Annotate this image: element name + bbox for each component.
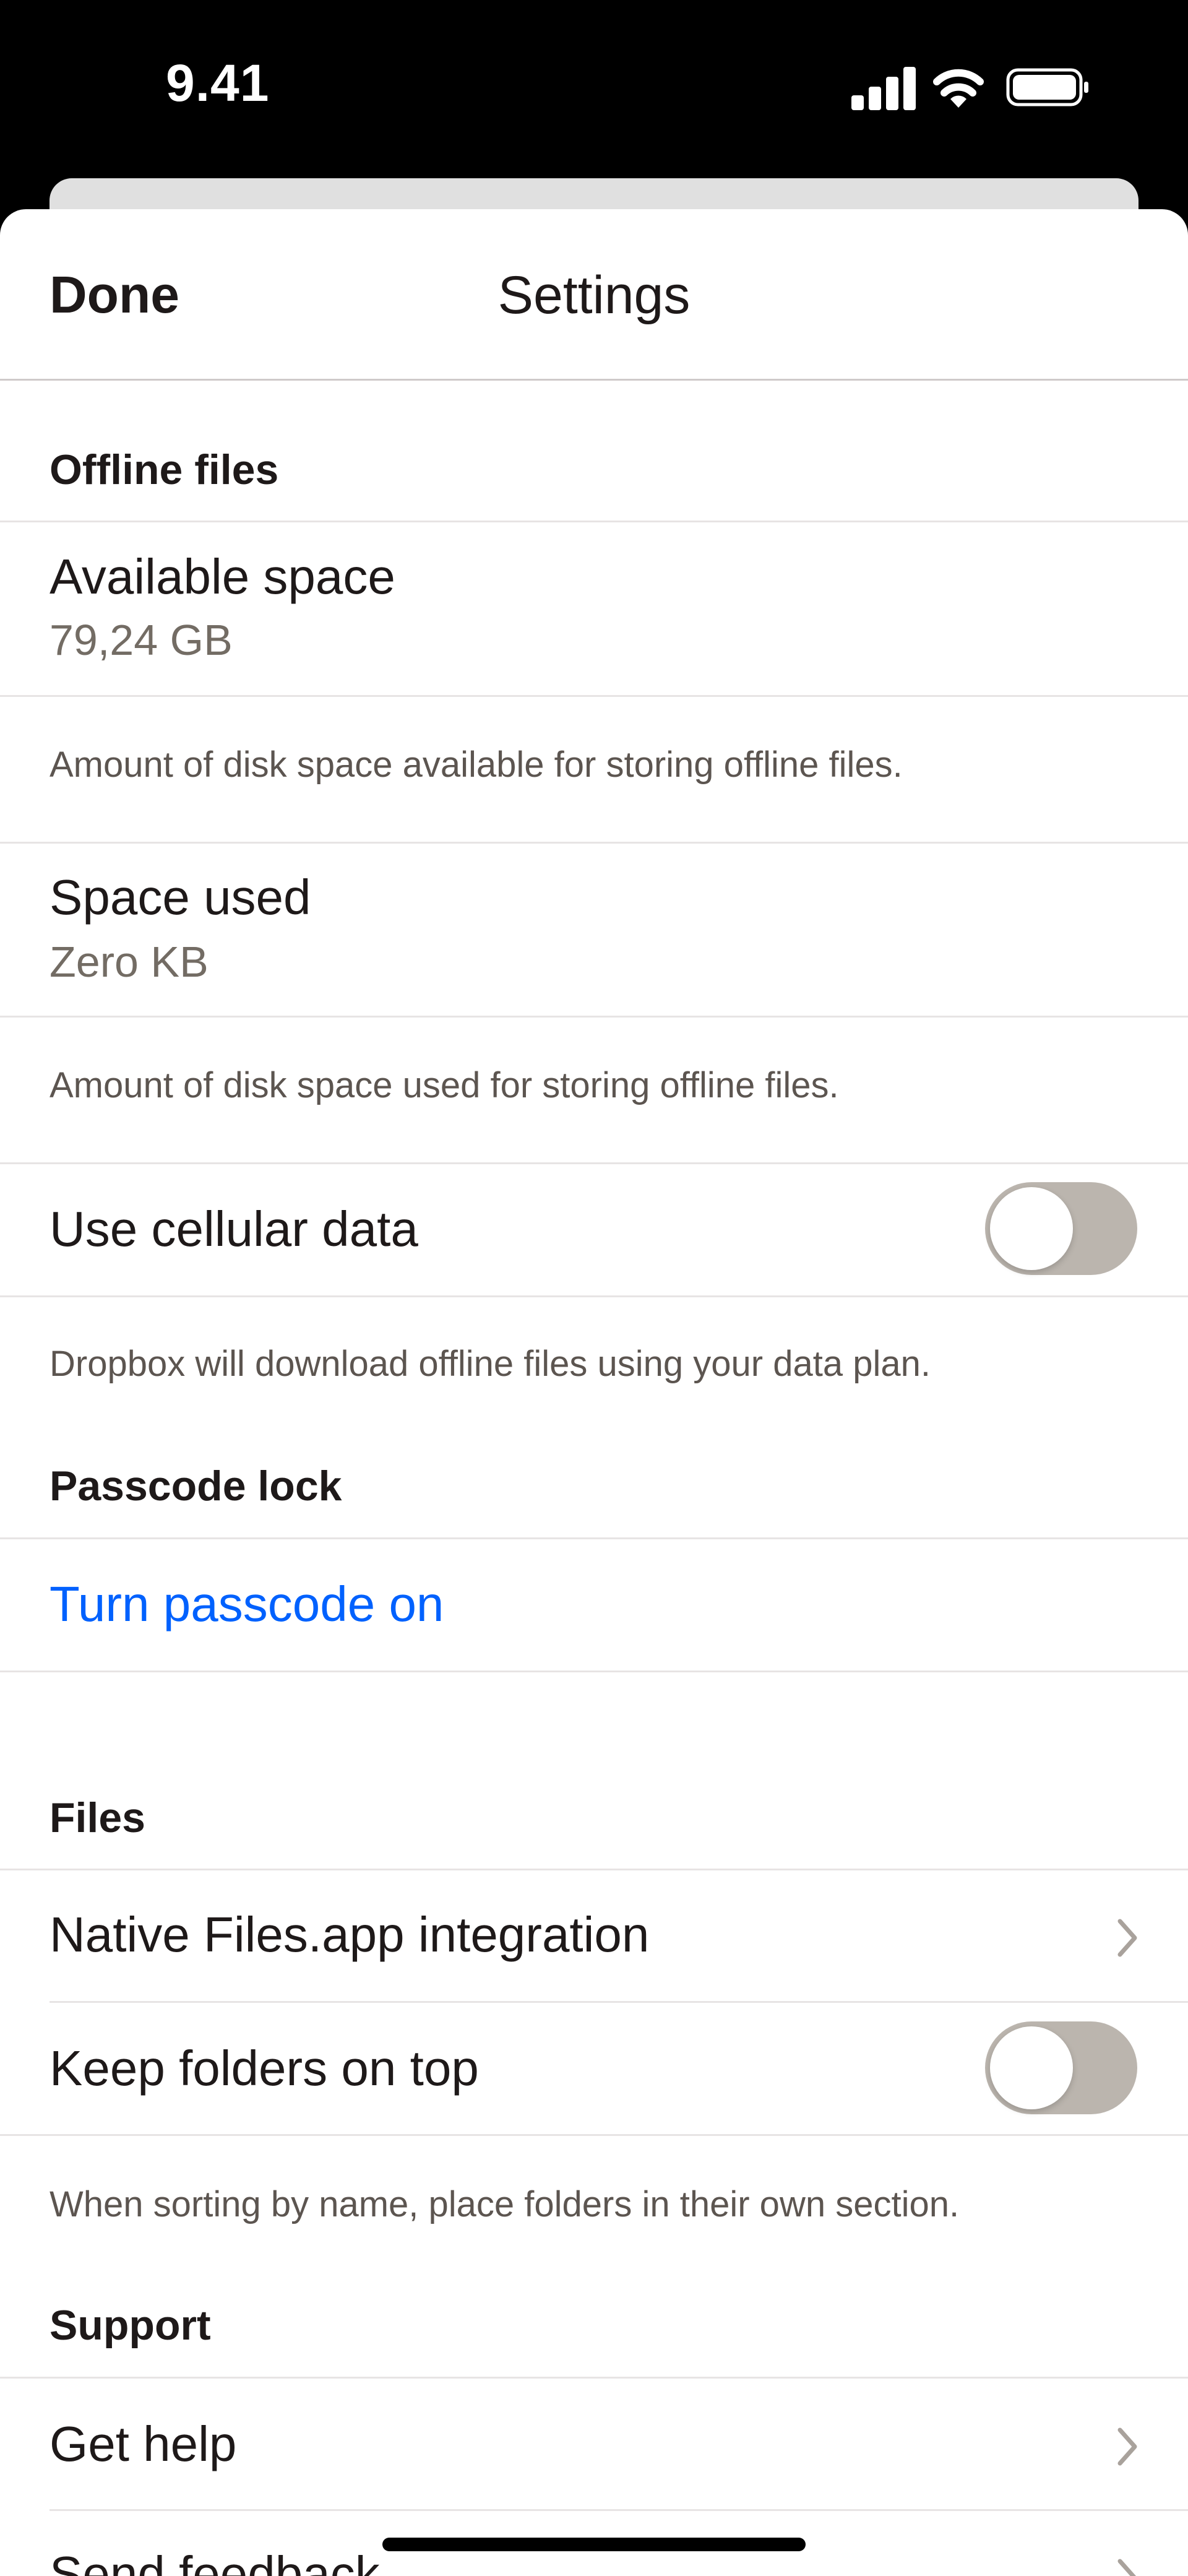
- section-header-support: Support: [50, 2302, 211, 2349]
- status-time: 9.41: [166, 54, 270, 112]
- cellular-data-footnote: Dropbox will download offline files usin…: [50, 1344, 931, 1384]
- keep-folders-on-top-toggle[interactable]: [985, 2021, 1137, 2114]
- chevron-right-icon: [1117, 2559, 1137, 2576]
- turn-passcode-on-link[interactable]: Turn passcode on: [50, 1576, 444, 1633]
- divider: [0, 1869, 1188, 1870]
- divider: [0, 2377, 1188, 2379]
- divider: [0, 1537, 1188, 1539]
- status-bar: 9.41: [0, 0, 1188, 179]
- divider: [0, 1295, 1188, 1297]
- available-space-value: 79,24 GB: [50, 616, 233, 664]
- navigation-bar: Done Settings: [0, 209, 1188, 381]
- cellular-signal-icon: [851, 67, 916, 110]
- available-space-label: Available space: [50, 549, 395, 604]
- section-header-files: Files: [50, 1794, 145, 1841]
- toggle-knob: [990, 1187, 1073, 1270]
- battery-icon: [1006, 68, 1088, 106]
- home-indicator[interactable]: [382, 2538, 806, 2551]
- keep-folders-footnote: When sorting by name, place folders in t…: [50, 2184, 960, 2224]
- get-help-item[interactable]: Get help: [50, 2416, 236, 2473]
- wifi-icon: [933, 69, 984, 108]
- use-cellular-data-label: Use cellular data: [50, 1201, 418, 1256]
- chevron-right-icon: [1117, 1919, 1137, 1957]
- keep-folders-on-top-label: Keep folders on top: [50, 2041, 479, 2096]
- divider: [0, 1671, 1188, 1672]
- chevron-right-icon: [1117, 2427, 1137, 2466]
- use-cellular-data-toggle[interactable]: [985, 1182, 1137, 1275]
- space-used-value: Zero KB: [50, 938, 209, 986]
- divider: [50, 2509, 1188, 2511]
- divider: [0, 2134, 1188, 2136]
- divider: [0, 1016, 1188, 1018]
- page-title: Settings: [497, 266, 691, 325]
- space-used-footnote: Amount of disk space used for storing of…: [50, 1065, 839, 1105]
- toggle-knob: [990, 2026, 1073, 2109]
- divider: [0, 1162, 1188, 1164]
- native-files-integration-item[interactable]: Native Files.app integration: [50, 1906, 649, 1963]
- divider: [0, 695, 1188, 697]
- section-header-passcode-lock: Passcode lock: [50, 1463, 342, 1510]
- send-feedback-item[interactable]: Send feedback: [50, 2546, 380, 2576]
- divider: [0, 521, 1188, 522]
- space-used-label: Space used: [50, 870, 311, 925]
- divider: [0, 842, 1188, 844]
- section-header-offline-files: Offline files: [50, 446, 279, 493]
- settings-sheet: Done Settings Offline files Available sp…: [0, 209, 1188, 2576]
- available-space-footnote: Amount of disk space available for stori…: [50, 745, 903, 785]
- divider: [50, 2001, 1188, 2003]
